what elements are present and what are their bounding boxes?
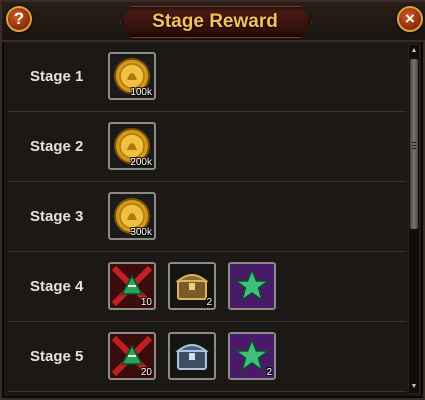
- item-quantity: 10: [140, 297, 152, 308]
- item-quantity: 100k: [130, 87, 152, 98]
- stage-row: Stage 3 300k: [8, 182, 406, 252]
- stage-label: Stage 5: [30, 348, 84, 365]
- close-button[interactable]: ×: [397, 6, 423, 32]
- item-quantity: 300k: [130, 227, 152, 238]
- item-quantity: 200k: [130, 157, 152, 168]
- window-title: Stage Reward: [152, 11, 278, 32]
- silver-chest-icon[interactable]: [168, 332, 216, 380]
- stage-label: Stage 3: [30, 208, 84, 225]
- item-quantity: 2: [266, 367, 272, 378]
- stage-reward-window: Stage Reward ? × Stage 1 100k Stage 2 20…: [0, 0, 425, 400]
- scroll-up-icon[interactable]: ▲: [410, 47, 418, 55]
- speedup-item-icon[interactable]: 10: [108, 262, 156, 310]
- item-quantity: 20: [140, 367, 152, 378]
- speedup-item-icon[interactable]: 20: [108, 332, 156, 380]
- stage-row: Stage 1 100k: [8, 42, 406, 112]
- item-quantity: 2: [206, 297, 212, 308]
- gold-coin-icon[interactable]: 100k: [108, 52, 156, 100]
- stage-label: Stage 2: [30, 138, 84, 155]
- green-star-icon[interactable]: 2: [228, 332, 276, 380]
- stage-list: Stage 1 100k Stage 2 200k Stage 3 300k S…: [8, 42, 406, 397]
- help-button[interactable]: ?: [6, 6, 32, 32]
- window-header: Stage Reward ? ×: [2, 2, 425, 42]
- scroll-thumb[interactable]: [410, 59, 418, 229]
- gold-coin-icon[interactable]: 300k: [108, 192, 156, 240]
- grip-icon: [412, 142, 416, 143]
- stage-label: Stage 1: [30, 68, 84, 85]
- stage-row: Stage 4 10 2: [8, 252, 406, 322]
- scroll-down-icon[interactable]: ▼: [410, 383, 418, 391]
- gold-chest-icon[interactable]: 2: [168, 262, 216, 310]
- stage-row: Stage 2 200k: [8, 112, 406, 182]
- stage-label: Stage 4: [30, 278, 84, 295]
- stage-row: Stage 5 20 2: [8, 322, 406, 392]
- gold-coin-icon[interactable]: 200k: [108, 122, 156, 170]
- scrollbar[interactable]: ▲ ▼: [408, 44, 420, 394]
- green-star-icon[interactable]: [228, 262, 276, 310]
